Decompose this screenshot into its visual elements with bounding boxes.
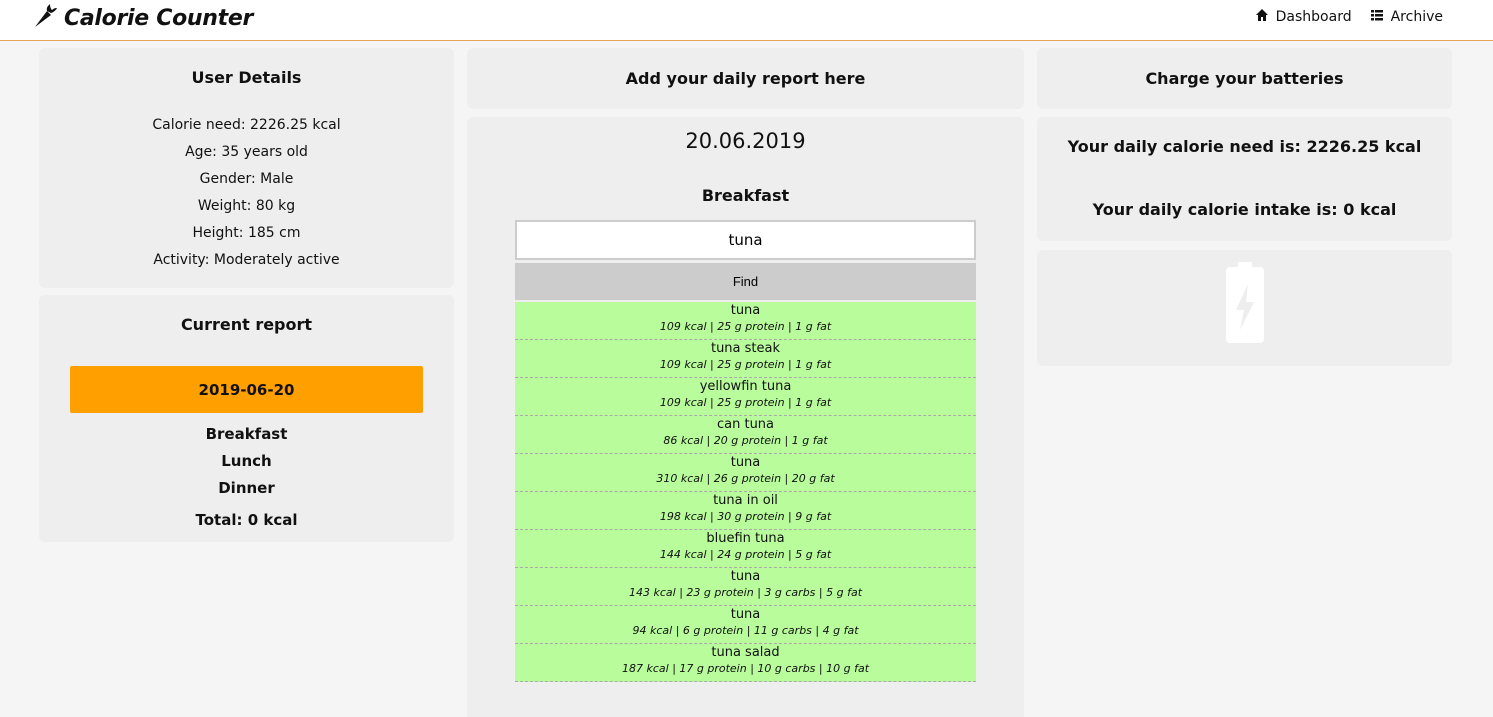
entry-date: 20.06.2019	[685, 129, 806, 153]
result-item[interactable]: tuna 310 kcal | 26 g protein | 20 g fat	[515, 454, 976, 492]
list-icon	[1370, 8, 1384, 26]
battery-charging-icon	[1224, 262, 1266, 344]
daily-intake-text: Your daily calorie intake is: 0 kcal	[1092, 200, 1397, 219]
calorie-need-text: Calorie need: 2226.25 kcal	[152, 117, 341, 133]
result-item[interactable]: can tuna 86 kcal | 20 g protein | 1 g fat	[515, 416, 976, 454]
nav-links: Dashboard Archive	[1255, 8, 1443, 26]
user-details-title: User Details	[191, 68, 302, 87]
nav-dashboard[interactable]: Dashboard	[1255, 8, 1352, 26]
meal-breakfast[interactable]: Breakfast	[39, 421, 454, 448]
result-nutrition: 109 kcal | 25 g protein | 1 g fat	[659, 358, 832, 371]
result-name: bluefin tuna	[706, 531, 785, 546]
result-nutrition: 94 kcal | 6 g protein | 11 g carbs | 4 g…	[632, 624, 859, 637]
result-nutrition: 144 kcal | 24 g protein | 5 g fat	[659, 548, 832, 561]
food-search-input[interactable]	[515, 220, 976, 260]
search-results-list: tuna 109 kcal | 25 g protein | 1 g fat tun…	[515, 302, 976, 682]
result-item[interactable]: tuna 109 kcal | 25 g protein | 1 g fat	[515, 302, 976, 340]
height-text: Height: 185 cm	[192, 225, 301, 241]
result-item[interactable]: tuna 94 kcal | 6 g protein | 11 g carbs |…	[515, 606, 976, 644]
meal-dinner[interactable]: Dinner	[39, 475, 454, 502]
nav-dashboard-label: Dashboard	[1275, 9, 1352, 25]
user-details-list: Calorie need: 2226.25 kcal Age: 35 years…	[39, 112, 454, 274]
result-nutrition: 143 kcal | 23 g protein | 3 g carbs | 5 …	[628, 586, 863, 599]
user-details-card: User Details Calorie need: 2226.25 kcal …	[39, 48, 454, 288]
result-item[interactable]: yellowfin tuna 109 kcal | 25 g protein | …	[515, 378, 976, 416]
add-report-title: Add your daily report here	[625, 69, 866, 88]
report-total: Total: 0 kcal	[195, 511, 298, 529]
result-item[interactable]: tuna salad 187 kcal | 17 g protein | 10 g…	[515, 644, 976, 682]
result-nutrition: 109 kcal | 25 g protein | 1 g fat	[659, 320, 832, 333]
meal-list: Breakfast Lunch Dinner	[39, 421, 454, 502]
age-text: Age: 35 years old	[185, 144, 308, 160]
result-name: tuna in oil	[713, 493, 778, 508]
result-nutrition: 198 kcal | 30 g protein | 9 g fat	[659, 510, 832, 523]
result-item[interactable]: tuna in oil 198 kcal | 30 g protein | 9 g…	[515, 492, 976, 530]
meal-lunch[interactable]: Lunch	[39, 448, 454, 475]
result-name: tuna	[730, 607, 761, 622]
weight-text: Weight: 80 kg	[197, 198, 296, 214]
daily-need-text: Your daily calorie need is: 2226.25 kcal	[1067, 137, 1422, 156]
nav-archive-label: Archive	[1390, 9, 1443, 25]
report-date-button[interactable]: 2019-06-20	[70, 366, 423, 413]
result-name: tuna	[730, 303, 761, 318]
charge-header: Charge your batteries	[1037, 48, 1452, 109]
current-report-card: Current report 2019-06-20 Breakfast Lunc…	[39, 295, 454, 542]
navbar: Calorie Counter Dashboard Archive	[0, 0, 1493, 41]
current-report-title: Current report	[180, 315, 313, 334]
find-button[interactable]: Find	[515, 263, 976, 300]
result-name: can tuna	[716, 417, 775, 432]
result-name: tuna salad	[711, 645, 780, 660]
charge-title: Charge your batteries	[1145, 69, 1344, 88]
result-item[interactable]: tuna steak 109 kcal | 25 g protein | 1 g …	[515, 340, 976, 378]
result-nutrition: 109 kcal | 25 g protein | 1 g fat	[659, 396, 832, 409]
activity-text: Activity: Moderately active	[153, 252, 340, 268]
gender-text: Gender: Male	[199, 171, 294, 187]
daily-entry-card: 20.06.2019 Breakfast Find tuna 109 kcal |…	[467, 117, 1024, 717]
result-name: tuna	[730, 455, 761, 470]
battery-card	[1037, 250, 1452, 366]
add-report-header: Add your daily report here	[467, 48, 1024, 109]
result-name: tuna steak	[710, 341, 781, 356]
result-nutrition: 310 kcal | 26 g protein | 20 g fat	[656, 472, 835, 485]
brand[interactable]: Calorie Counter	[32, 3, 253, 33]
carrot-icon	[32, 3, 58, 33]
result-name: tuna	[730, 569, 761, 584]
result-nutrition: 187 kcal | 17 g protein | 10 g carbs | 1…	[621, 662, 870, 675]
calorie-summary-card: Your daily calorie need is: 2226.25 kcal…	[1037, 117, 1452, 241]
meal-title: Breakfast	[701, 186, 790, 205]
result-nutrition: 86 kcal | 20 g protein | 1 g fat	[663, 434, 828, 447]
result-item[interactable]: tuna 143 kcal | 23 g protein | 3 g carbs …	[515, 568, 976, 606]
result-name: yellowfin tuna	[699, 379, 792, 394]
home-icon	[1255, 8, 1269, 26]
result-item[interactable]: bluefin tuna 144 kcal | 24 g protein | 5 …	[515, 530, 976, 568]
nav-archive[interactable]: Archive	[1370, 8, 1443, 26]
app-title: Calorie Counter	[64, 5, 253, 31]
